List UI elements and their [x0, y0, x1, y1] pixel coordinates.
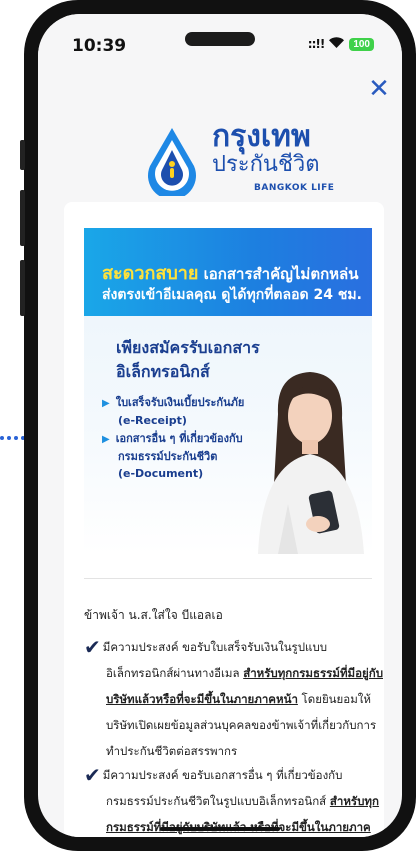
consent-documents: ✔ มีความประสงค์ ขอรับเอกสารอื่น ๆ ที่เกี่…: [84, 762, 384, 837]
banner-headline-rest: เอกสารสำคัญไม่ตกหล่น: [198, 265, 359, 283]
bullet-triangle-icon: ▶: [102, 434, 110, 445]
home-indicator: [160, 827, 280, 831]
bullet-receipt-line1: ใบเสร็จรับเงินเบี้ยประกันภัย: [115, 396, 245, 409]
consent-receipt-line3-text: โดยยินยอมให้: [297, 692, 371, 706]
volume-up-button: [20, 190, 25, 246]
section-divider: [84, 578, 372, 579]
consent-receipt: ✔ มีความประสงค์ ขอรับใบเสร็จรับเงินในรูปแ…: [84, 634, 384, 764]
bullet-triangle-icon: ▶: [102, 398, 110, 409]
dynamic-island: [185, 32, 255, 46]
banner-bullet-receipt: ▶ ใบเสร็จรับเงินเบี้ยประกันภัย (e-Receipt…: [102, 394, 272, 429]
wifi-icon: [329, 36, 345, 52]
bullet-document-line1: เอกสารอื่น ๆ ที่เกี่ยวข้องกับ: [115, 432, 243, 445]
consent-documents-line1: มีความประสงค์ ขอรับเอกสารอื่น ๆ ที่เกี่ย…: [102, 768, 343, 782]
consent-card: สะดวกสบาย เอกสารสำคัญไม่ตกหล่น ส่งตรงเข้…: [64, 202, 384, 837]
status-icons: ::!! 100: [308, 36, 374, 52]
bangkok-life-logo: กรุงเทพ ประกันชีวิต BANGKOK LIFE: [130, 114, 350, 200]
status-time: 10:39: [72, 36, 127, 56]
consent-receipt-link-part2: บริษัทแล้วหรือที่จะมีขึ้นในภายภาคหน้า: [106, 692, 298, 706]
consent-receipt-link-part1: สำหรับทุกกรมธรรม์ที่มีอยู่กับ: [243, 666, 384, 680]
bullet-document-line3: (e-Document): [118, 467, 204, 480]
bullet-receipt-line2: (e-Receipt): [118, 414, 187, 427]
consent-documents-line3: กรมธรรม์ที่มีอยู่กับบริษัทแล้ว หรือที่จะ…: [84, 814, 384, 837]
logo-thai-line2: ประกันชีวิต: [212, 152, 320, 177]
consent-receipt-line5: ทำประกันชีวิตต่อสรรพากร: [106, 744, 238, 758]
greeting-text: ข้าพเจ้า น.ส.ใส่ใจ บีแอลเอ: [84, 608, 223, 622]
battery-icon: 100: [349, 37, 374, 51]
consent-receipt-line3: บริษัทแล้วหรือที่จะมีขึ้นในภายภาคหน้า โด…: [84, 686, 384, 712]
banner-bullet-document: ▶ เอกสารอื่น ๆ ที่เกี่ยวข้องกับ กรมธรรม์ป…: [102, 430, 272, 482]
bullet-document-line2: กรมธรรม์ประกันชีวิต: [118, 450, 218, 463]
consent-receipt-line1: มีความประสงค์ ขอรับใบเสร็จรับเงินในรูปแบ…: [102, 640, 328, 654]
signal-icon: ::!!: [307, 37, 326, 51]
consent-receipt-line2-text: อิเล็กทรอนิกส์ผ่านทางอีเมล: [106, 666, 244, 680]
banner-headline-line2: ส่งตรงเข้าอีเมลคุณ ดูได้ทุกที่ตลอด 24 ชม…: [102, 287, 362, 303]
banner-headline-line1: สะดวกสบาย เอกสารสำคัญไม่ตกหล่น: [102, 258, 358, 287]
phone-frame: 10:39 ::!! 100 ✕ กรุงเทพ ประกันชีวิต BAN…: [20, 0, 416, 851]
status-bar: 10:39 ::!! 100: [38, 14, 402, 68]
banner-headline-accent: สะดวกสบาย: [102, 263, 199, 284]
consent-receipt-line2: อิเล็กทรอนิกส์ผ่านทางอีเมล สำหรับทุกกรมธ…: [84, 660, 384, 686]
volume-down-button: [20, 260, 25, 316]
woman-with-phone-illustration: [258, 372, 364, 554]
logo-english: BANGKOK LIFE: [254, 183, 335, 193]
side-button: [20, 140, 25, 170]
consent-documents-link-part1: สำหรับทุก: [329, 794, 379, 808]
consent-receipt-line4: บริษัทเปิดเผยข้อมูลส่วนบุคคลของข้าพเจ้าท…: [106, 718, 377, 732]
consent-documents-line2-text: กรมธรรม์ประกันชีวิตในรูปแบบอิเล็กทรอนิกส…: [106, 794, 330, 808]
close-button[interactable]: ✕: [366, 76, 392, 102]
decorative-dots: [0, 436, 25, 440]
phone-screen: 10:39 ::!! 100 ✕ กรุงเทพ ประกันชีวิต BAN…: [38, 14, 402, 837]
checkmark-icon[interactable]: ✔: [84, 763, 101, 787]
bangkok-life-logo-icon: [148, 128, 196, 196]
banner-subtitle-line2: อิเล็กทรอนิกส์: [116, 362, 210, 381]
consent-documents-line2: กรมธรรม์ประกันชีวิตในรูปแบบอิเล็กทรอนิกส…: [84, 788, 384, 814]
logo-thai-line1: กรุงเทพ: [212, 119, 311, 154]
banner-subtitle-line1: เพียงสมัครรับเอกสาร: [116, 338, 260, 357]
e-document-banner: สะดวกสบาย เอกสารสำคัญไม่ตกหล่น ส่งตรงเข้…: [84, 228, 372, 554]
checkmark-icon[interactable]: ✔: [84, 635, 101, 659]
